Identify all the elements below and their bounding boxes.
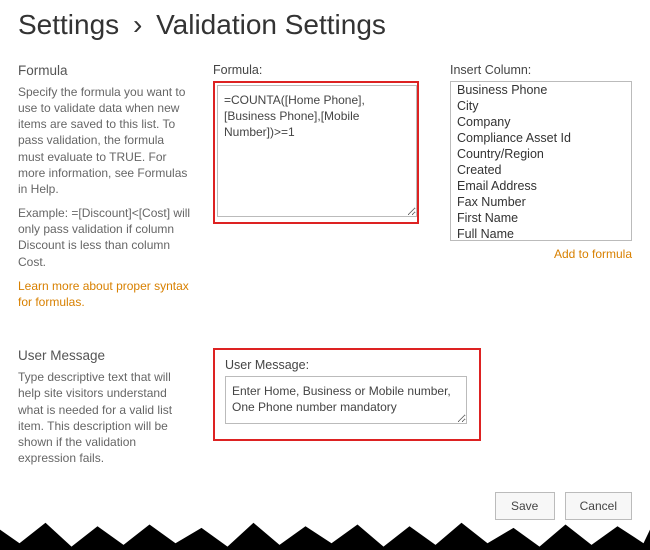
insert-column-option[interactable]: Created	[451, 162, 631, 178]
insert-column-option[interactable]: Business Phone	[451, 82, 631, 98]
user-message-section: User Message Type descriptive text that …	[18, 348, 632, 474]
insert-column-option[interactable]: Compliance Asset Id	[451, 130, 631, 146]
torn-edge-decoration	[0, 516, 650, 550]
breadcrumb-sep-icon: ›	[133, 9, 142, 40]
learn-more-link[interactable]: Learn more about proper syntax for formu…	[18, 279, 189, 309]
formula-help-1: Specify the formula you want to use to v…	[18, 84, 193, 197]
formula-heading: Formula	[18, 63, 193, 78]
breadcrumb-current: Validation Settings	[156, 9, 386, 40]
insert-column-list[interactable]: Business PhoneCityCompanyCompliance Asse…	[450, 81, 632, 241]
insert-column-option[interactable]: Email Address	[451, 178, 631, 194]
insert-column-option[interactable]: Full Name	[451, 226, 631, 241]
insert-column-option[interactable]: Country/Region	[451, 146, 631, 162]
formula-help-2: Example: =[Discount]<[Cost] will only pa…	[18, 205, 193, 270]
formula-section: Formula Specify the formula you want to …	[18, 63, 632, 318]
user-message-label: User Message:	[225, 358, 469, 372]
formula-label: Formula:	[213, 63, 432, 77]
breadcrumb-root[interactable]: Settings	[18, 9, 119, 40]
insert-column-option[interactable]: Fax Number	[451, 194, 631, 210]
user-message-input[interactable]	[225, 376, 467, 424]
add-to-formula-link[interactable]: Add to formula	[554, 247, 632, 261]
breadcrumb: Settings › Validation Settings	[18, 10, 632, 41]
user-message-highlight-box: User Message:	[213, 348, 481, 441]
user-message-help: Type descriptive text that will help sit…	[18, 369, 193, 466]
formula-input[interactable]	[217, 85, 417, 217]
save-button[interactable]: Save	[495, 492, 555, 520]
cancel-button[interactable]: Cancel	[565, 492, 632, 520]
insert-column-label: Insert Column:	[450, 63, 632, 77]
formula-highlight-box	[213, 81, 419, 224]
insert-column-option[interactable]: First Name	[451, 210, 631, 226]
user-message-heading: User Message	[18, 348, 193, 363]
insert-column-option[interactable]: City	[451, 98, 631, 114]
insert-column-option[interactable]: Company	[451, 114, 631, 130]
